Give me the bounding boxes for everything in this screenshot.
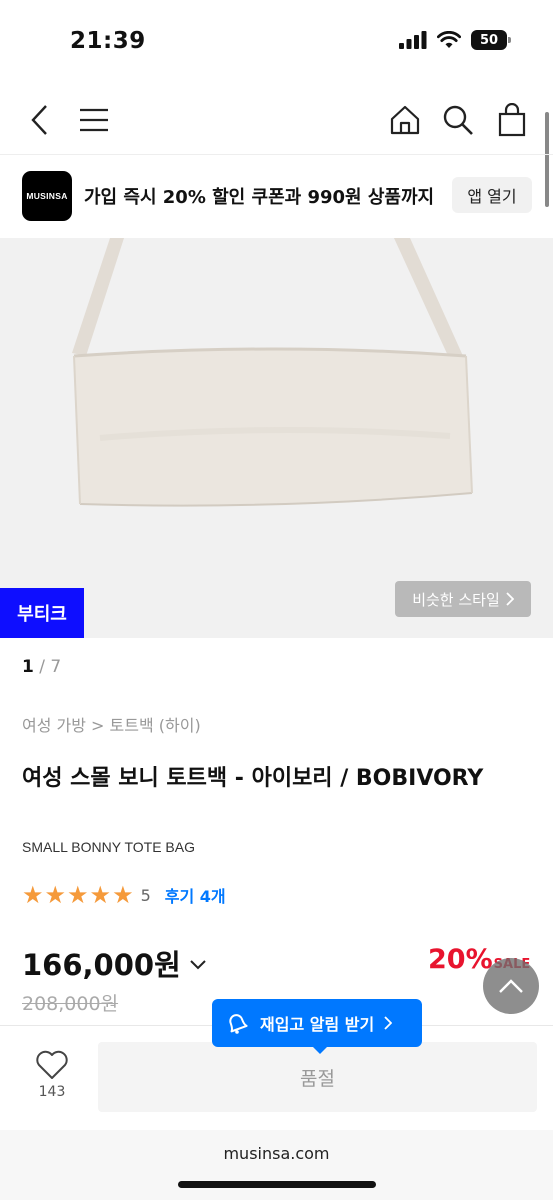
chevron-down-icon[interactable] xyxy=(189,959,207,971)
restock-alert-button[interactable]: 재입고 알림 받기 xyxy=(212,999,422,1054)
like-button[interactable]: 143 xyxy=(22,1050,82,1110)
original-price: 208,000원 xyxy=(22,993,119,1015)
rating-row: ★ ★ ★ ★ ★ 5 후기 4개 xyxy=(22,882,226,908)
star-icon: ★ xyxy=(67,881,89,909)
category-breadcrumb[interactable]: 여성 가방 > 토트백 (하이) xyxy=(22,712,201,736)
price-row[interactable]: 166,000원 xyxy=(22,942,207,984)
home-button[interactable] xyxy=(385,100,425,140)
back-button[interactable] xyxy=(20,100,60,140)
star-icon: ★ xyxy=(44,881,67,909)
sale-price: 166,000원 xyxy=(22,948,181,982)
hamburger-icon xyxy=(80,108,108,132)
home-indicator[interactable] xyxy=(178,1181,376,1188)
open-app-button[interactable]: 앱 열기 xyxy=(452,177,532,213)
product-photo xyxy=(72,238,473,507)
product-image-gallery[interactable] xyxy=(0,238,553,638)
battery-icon: 50 xyxy=(471,30,511,50)
boutique-badge: 부티크 xyxy=(0,588,84,638)
product-subtitle: SMALL BONNY TOTE BAG xyxy=(22,839,195,855)
like-count: 143 xyxy=(38,1084,66,1100)
product-title: 여성 스몰 보니 토트백 - 아이보리 / BOBIVORY xyxy=(22,766,484,791)
chevron-up-icon xyxy=(499,979,523,993)
nav-bar xyxy=(0,92,553,152)
cart-button[interactable] xyxy=(492,100,532,140)
home-icon xyxy=(390,105,420,135)
rating-score: 5 xyxy=(140,885,151,905)
menu-button[interactable] xyxy=(74,100,114,140)
scroll-to-top-button[interactable] xyxy=(483,958,539,1014)
status-icons: 50 xyxy=(399,30,511,50)
image-pager: 1 / 7 xyxy=(22,657,61,677)
status-time: 21:39 xyxy=(70,28,146,54)
similar-style-button[interactable]: 비슷한 스타일 xyxy=(395,581,531,617)
back-icon xyxy=(31,105,47,135)
shopping-bag-icon xyxy=(498,103,526,137)
current-page: 1 xyxy=(22,657,34,677)
url-text[interactable]: musinsa.com xyxy=(0,1144,553,1163)
total-pages: 7 xyxy=(50,657,62,677)
heart-icon xyxy=(36,1050,68,1079)
review-link[interactable]: 후기 4개 xyxy=(165,883,226,907)
star-icon: ★ xyxy=(22,881,44,909)
musinsa-logo: MUSINSA xyxy=(22,171,72,221)
restock-label: 재입고 알림 받기 xyxy=(260,1015,375,1034)
similar-style-label: 비슷한 스타일 xyxy=(412,590,500,609)
star-icon: ★ xyxy=(89,881,112,909)
chevron-right-icon xyxy=(384,1016,393,1030)
wifi-icon xyxy=(437,31,461,48)
promo-text: 가입 즉시 20% 할인 쿠폰과 990원 상품까지 xyxy=(84,187,435,208)
app-promo-banner[interactable]: MUSINSA 가입 즉시 20% 할인 쿠폰과 990원 상품까지 앱 열기 xyxy=(0,155,553,237)
browser-url-bar[interactable]: musinsa.com xyxy=(0,1130,553,1200)
star-icon: ★ xyxy=(112,881,134,909)
bell-icon xyxy=(229,1014,248,1034)
chevron-right-icon xyxy=(506,592,514,606)
page-separator: / xyxy=(39,657,45,677)
status-bar: 21:39 50 xyxy=(0,0,553,80)
discount-rate: 20% xyxy=(428,944,493,975)
search-button[interactable] xyxy=(438,100,478,140)
search-icon xyxy=(443,105,473,135)
signal-icon xyxy=(399,31,427,49)
